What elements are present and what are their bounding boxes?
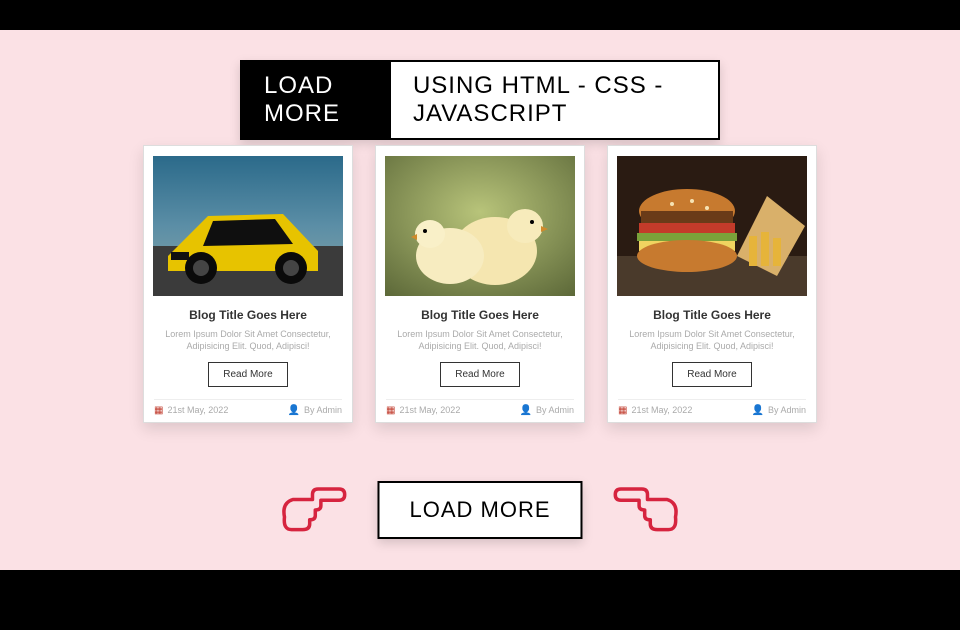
card-excerpt: Lorem Ipsum Dolor Sit Amet Consectetur, … [386,328,574,352]
card-author: 👤 By Admin [288,405,342,416]
cards-row: Blog Title Goes Here Lorem Ipsum Dolor S… [143,145,817,423]
card-excerpt: Lorem Ipsum Dolor Sit Amet Consectetur, … [618,328,806,352]
read-more-button[interactable]: Read More [440,362,519,387]
calendar-icon: ▦ [618,405,627,416]
card-author-text: By Admin [768,405,806,415]
card-image-car [153,156,343,296]
card-meta: ▦ 21st May, 2022 👤 By Admin [154,399,342,416]
load-more-row: LOAD MORE [277,480,682,540]
blog-card: Blog Title Goes Here Lorem Ipsum Dolor S… [143,145,353,423]
card-date: ▦ 21st May, 2022 [386,405,460,416]
user-icon: 👤 [520,405,532,416]
calendar-icon: ▦ [154,405,163,416]
read-more-button[interactable]: Read More [208,362,287,387]
card-author-text: By Admin [536,405,574,415]
header-banner: LOAD MORE USING HTML - CSS - JAVASCRIPT [240,60,720,140]
card-author: 👤 By Admin [520,405,574,416]
card-date-text: 21st May, 2022 [631,405,692,415]
blog-card: Blog Title Goes Here Lorem Ipsum Dolor S… [607,145,817,423]
card-meta: ▦ 21st May, 2022 👤 By Admin [386,399,574,416]
card-author: 👤 By Admin [752,405,806,416]
card-excerpt: Lorem Ipsum Dolor Sit Amet Consectetur, … [154,328,342,352]
card-meta: ▦ 21st May, 2022 👤 By Admin [618,399,806,416]
card-image-chicks [385,156,575,296]
pointing-hand-right-icon [277,480,347,540]
card-author-text: By Admin [304,405,342,415]
page-stage: LOAD MORE USING HTML - CSS - JAVASCRIPT [0,30,960,570]
user-icon: 👤 [752,405,764,416]
pointing-hand-left-icon [613,480,683,540]
calendar-icon: ▦ [386,405,395,416]
load-more-button[interactable]: LOAD MORE [377,481,582,539]
header-right-label: USING HTML - CSS - JAVASCRIPT [391,62,718,138]
card-date-text: 21st May, 2022 [167,405,228,415]
card-title: Blog Title Goes Here [421,308,539,322]
blog-card: Blog Title Goes Here Lorem Ipsum Dolor S… [375,145,585,423]
card-image-burger [617,156,807,296]
read-more-button[interactable]: Read More [672,362,751,387]
card-title: Blog Title Goes Here [189,308,307,322]
card-date: ▦ 21st May, 2022 [618,405,692,416]
card-title: Blog Title Goes Here [653,308,771,322]
user-icon: 👤 [288,405,300,416]
card-date: ▦ 21st May, 2022 [154,405,228,416]
header-left-badge: LOAD MORE [242,62,391,138]
card-date-text: 21st May, 2022 [399,405,460,415]
